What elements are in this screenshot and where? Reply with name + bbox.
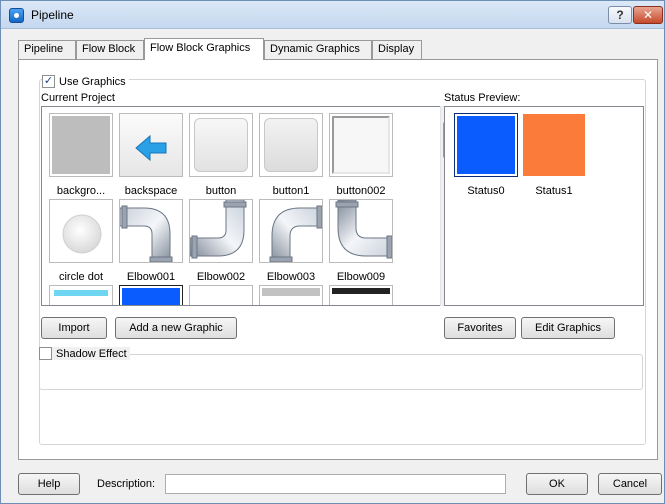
graphic-tile-button[interactable]: button	[188, 113, 254, 197]
graphic-label: Elbow001	[126, 271, 176, 283]
pipe-elbow-icon	[259, 199, 323, 263]
white-square-icon	[189, 285, 253, 305]
graphic-tile-elbow002[interactable]: Elbow002	[188, 199, 254, 283]
graphic-label: circle dot	[58, 271, 104, 283]
graphic-tile-backspace[interactable]: backspace	[118, 113, 184, 197]
circle-dot-icon	[49, 199, 113, 263]
help-button[interactable]: Help	[18, 473, 80, 495]
close-button[interactable]: ✕	[633, 6, 663, 24]
graphic-label: button	[205, 185, 237, 197]
description-field[interactable]	[165, 474, 506, 494]
shadow-effect-label: Shadow Effect	[56, 347, 127, 360]
graphic-tile-button002[interactable]: button002	[328, 113, 394, 197]
cancel-button[interactable]: Cancel	[598, 473, 662, 495]
graphic-label: Elbow002	[196, 271, 246, 283]
graphic-label: button1	[272, 185, 310, 197]
tab-display[interactable]: Display	[372, 40, 422, 59]
add-graphic-button[interactable]: Add a new Graphic	[115, 317, 237, 339]
ok-button[interactable]: OK	[526, 473, 588, 495]
black-frame-icon	[329, 285, 393, 305]
tab-flow-block-graphics[interactable]: Flow Block Graphics	[144, 38, 264, 60]
status1-swatch	[522, 113, 586, 177]
app-icon	[9, 8, 24, 23]
tab-dynamic-graphics[interactable]: Dynamic Graphics	[264, 40, 372, 59]
flow-block-graphics-panel: ✓ Use Graphics Current Project Status Pr…	[18, 59, 658, 460]
pipe-elbow-icon	[119, 199, 183, 263]
button-shape-icon	[329, 113, 393, 177]
status-label: Status0	[467, 185, 505, 197]
graphic-tile-partial[interactable]	[188, 285, 254, 305]
edit-graphics-button[interactable]: Edit Graphics	[521, 317, 615, 339]
status-tile-1[interactable]: Status1	[521, 113, 587, 197]
graphic-tile-partial[interactable]	[118, 285, 184, 305]
gray-bar-icon	[259, 285, 323, 305]
status-preview-label: Status Preview:	[444, 92, 521, 104]
use-graphics-label: Use Graphics	[59, 75, 126, 88]
status0-swatch	[454, 113, 518, 177]
graphic-label: backgro...	[56, 185, 106, 197]
gray-square-icon	[49, 113, 113, 177]
tab-flow-block[interactable]: Flow Block	[76, 40, 144, 59]
current-project-label: Current Project	[41, 92, 115, 104]
graphic-tile-background[interactable]: backgro...	[48, 113, 114, 197]
shadow-effect-checkbox-row[interactable]: Shadow Effect	[39, 347, 130, 360]
use-graphics-checkbox[interactable]: ✓	[42, 75, 55, 88]
favorites-button[interactable]: Favorites	[444, 317, 516, 339]
graphic-label: button002	[336, 185, 386, 197]
graphic-tile-elbow009[interactable]: Elbow009	[328, 199, 394, 283]
graphic-label: Elbow003	[266, 271, 316, 283]
status-preview-list[interactable]: Status0 Status1	[444, 106, 644, 306]
title-bar[interactable]: Pipeline ? ✕	[1, 1, 664, 29]
pipe-elbow-icon	[189, 199, 253, 263]
pipeline-dialog: Pipeline ? ✕ Pipeline Flow Block Flow Bl…	[0, 0, 665, 504]
graphic-label: Elbow009	[336, 271, 386, 283]
status-tile-0[interactable]: Status0	[453, 113, 519, 197]
use-graphics-checkbox-row[interactable]: ✓ Use Graphics	[42, 75, 129, 88]
pipe-elbow-icon	[329, 199, 393, 263]
left-arrow-icon	[119, 113, 183, 177]
button-shape-icon	[259, 113, 323, 177]
help-title-button[interactable]: ?	[608, 6, 632, 24]
graphic-tile-partial[interactable]	[258, 285, 324, 305]
import-button[interactable]: Import	[41, 317, 107, 339]
graphic-tile-elbow001[interactable]: Elbow001	[118, 199, 184, 283]
button-shape-icon	[189, 113, 253, 177]
graphic-tile-partial[interactable]	[48, 285, 114, 305]
cyan-bar-icon	[49, 285, 113, 305]
graphic-tile-circle-dot[interactable]: circle dot	[48, 199, 114, 283]
graphic-tile-elbow003[interactable]: Elbow003	[258, 199, 324, 283]
status-label: Status1	[535, 185, 573, 197]
graphic-label: backspace	[124, 185, 178, 197]
window-title: Pipeline	[31, 8, 74, 22]
description-label: Description:	[97, 478, 156, 490]
graphic-tile-button1[interactable]: button1	[258, 113, 324, 197]
current-project-list[interactable]: backgro... backspace button button1 butt…	[41, 106, 441, 306]
graphic-tile-partial[interactable]	[328, 285, 394, 305]
shadow-effect-checkbox[interactable]	[39, 347, 52, 360]
blue-square-icon	[119, 285, 183, 305]
tab-pipeline[interactable]: Pipeline	[18, 40, 76, 59]
